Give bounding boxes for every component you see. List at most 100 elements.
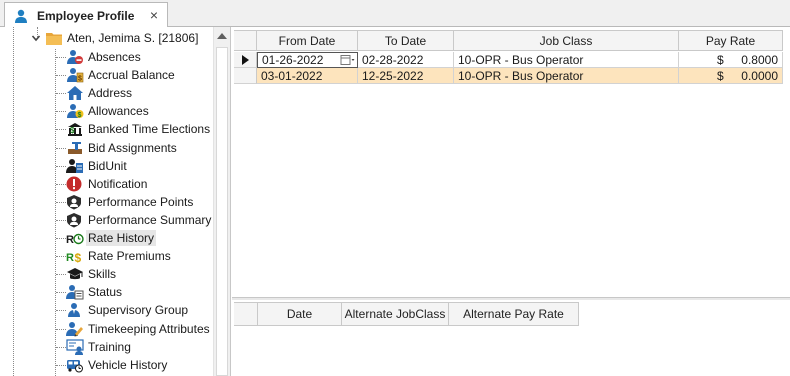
column-header-pay-rate[interactable]: Pay Rate xyxy=(679,31,783,50)
tree-item-label: Performance Summary xyxy=(88,213,212,227)
bidunit-icon xyxy=(66,158,84,174)
table-row[interactable]: 01-26-2022 02-28-2022 10-OPR - Bus Opera… xyxy=(234,52,783,68)
tree-item-vehicle-history[interactable]: Vehicle History xyxy=(66,356,167,374)
column-header-date[interactable]: Date xyxy=(258,303,342,325)
tree-item-absences[interactable]: Absences xyxy=(66,48,141,66)
svg-text:$: $ xyxy=(75,251,82,264)
scroll-thumb[interactable] xyxy=(216,47,228,376)
tree-item-rate-history[interactable]: R Rate History xyxy=(66,229,157,247)
from-date-value[interactable]: 01-26-2022 xyxy=(262,53,323,67)
from-date-cell[interactable]: 03-01-2022 xyxy=(257,68,358,84)
tab-strip: Employee Profile × xyxy=(0,0,790,28)
tree-item-label: Accrual Balance xyxy=(88,68,175,82)
vehicle-history-icon xyxy=(66,357,84,373)
notification-icon xyxy=(66,176,84,192)
tree-item-performance-summary[interactable]: Performance Summary xyxy=(66,211,211,229)
tree-item-label: Skills xyxy=(88,267,117,281)
table-row[interactable]: 03-01-2022 12-25-2022 10-OPR - Bus Opera… xyxy=(234,68,783,84)
tree-item-performance-points[interactable]: Performance Points xyxy=(66,193,193,211)
pay-rate-cell[interactable]: $ 0.8000 xyxy=(679,52,783,68)
tab-title: Employee Profile xyxy=(37,8,135,23)
tree-item-notification[interactable]: Notification xyxy=(66,175,147,193)
tree-item-rate-premiums[interactable]: R $ Rate Premiums xyxy=(66,247,171,265)
tree-connector xyxy=(56,57,66,58)
svg-text:$: $ xyxy=(70,126,75,135)
column-header-alternate-jobclass[interactable]: Alternate JobClass xyxy=(342,303,449,325)
tree-item-label: Performance Points xyxy=(88,195,194,209)
tree-item-label: Banked Time Elections xyxy=(88,122,211,136)
tree-item-training[interactable]: Training xyxy=(66,338,131,356)
rate-history-icon: R xyxy=(66,230,84,246)
close-icon[interactable]: × xyxy=(148,8,160,22)
folder-icon xyxy=(46,33,62,45)
tree-connector xyxy=(56,274,66,275)
tree-scrollbar[interactable] xyxy=(213,27,230,376)
tree-connector xyxy=(56,347,66,348)
tree-item-label: Absences xyxy=(88,50,141,64)
tree-item-label: Supervisory Group xyxy=(88,303,189,317)
svg-text:$: $ xyxy=(78,76,82,83)
alt-grid-header: Date Alternate JobClass Alternate Pay Ra… xyxy=(234,302,579,326)
tree-connector xyxy=(56,166,66,167)
tree-root-employee[interactable]: Aten, Jemima S. [21806] xyxy=(30,29,198,47)
tree-guide-outer xyxy=(13,27,14,376)
employee-tree: Aten, Jemima S. [21806] Absences $ Accrual… xyxy=(0,27,231,376)
tree-connector xyxy=(56,238,66,239)
calendar-icon[interactable] xyxy=(340,54,356,66)
tree-item-label: Rate Premiums xyxy=(88,249,171,263)
timekeeping-icon xyxy=(66,321,84,337)
status-icon xyxy=(66,284,84,300)
tree-item-label: Status xyxy=(88,285,123,299)
scroll-up-icon[interactable] xyxy=(217,33,227,39)
allowances-icon: $ xyxy=(66,103,84,119)
svg-text:R: R xyxy=(66,234,74,246)
tree-connector xyxy=(56,75,66,76)
pay-rate-cell[interactable]: $ 0.0000 xyxy=(679,68,783,84)
tree-item-supervisory-group[interactable]: Supervisory Group xyxy=(66,301,188,319)
rate-grid-header: From Date To Date Job Class Pay Rate xyxy=(234,30,783,51)
training-icon xyxy=(66,339,84,355)
tree-item-label: BidUnit xyxy=(88,159,127,173)
tree-connector xyxy=(56,129,66,130)
column-header-alternate-pay-rate[interactable]: Alternate Pay Rate xyxy=(449,303,579,325)
column-header-from-date[interactable]: From Date xyxy=(257,31,358,50)
skills-icon xyxy=(66,266,84,282)
bid-assignments-icon xyxy=(66,140,84,156)
tree-item-label: Vehicle History xyxy=(88,358,168,372)
tree-item-banked-time-elections[interactable]: $ Banked Time Elections xyxy=(66,120,210,138)
tree-connector xyxy=(56,220,66,221)
chevron-down-icon[interactable] xyxy=(30,32,42,44)
tree-item-accrual-balance[interactable]: $ Accrual Balance xyxy=(66,66,175,84)
to-date-cell[interactable]: 12-25-2022 xyxy=(358,68,454,84)
tree-item-address[interactable]: Address xyxy=(66,84,132,102)
tree-item-timekeeping-attributes[interactable]: Timekeeping Attributes xyxy=(66,320,210,338)
tree-connector xyxy=(56,310,66,311)
tree-item-allowances[interactable]: $ Allowances xyxy=(66,102,149,120)
column-header-to-date[interactable]: To Date xyxy=(358,31,454,50)
job-class-cell[interactable]: 10-OPR - Bus Operator xyxy=(454,68,679,84)
job-class-cell[interactable]: 10-OPR - Bus Operator xyxy=(454,52,679,68)
rate-history-grid: From Date To Date Job Class Pay Rate 01-… xyxy=(234,27,790,297)
row-indicator xyxy=(234,52,257,68)
absences-icon xyxy=(66,49,84,65)
svg-text:$: $ xyxy=(78,112,82,119)
tree-item-bidunit[interactable]: BidUnit xyxy=(66,157,127,175)
tree-item-skills[interactable]: Skills xyxy=(66,265,116,283)
current-row-icon xyxy=(241,54,249,65)
column-header-job-class[interactable]: Job Class xyxy=(454,31,679,50)
tree-connector xyxy=(56,148,66,149)
tree-guide-inner xyxy=(55,49,56,376)
to-date-cell[interactable]: 02-28-2022 xyxy=(358,52,454,68)
tab-employee-profile[interactable]: Employee Profile × xyxy=(4,2,168,28)
tree-item-status[interactable]: Status xyxy=(66,283,122,301)
row-indicator xyxy=(234,68,257,84)
tree-item-label: Notification xyxy=(88,177,148,191)
from-date-editor[interactable]: 01-26-2022 xyxy=(257,52,358,68)
performance-points-icon xyxy=(66,194,84,210)
banked-time-icon: $ xyxy=(66,121,84,137)
row-indicator-header xyxy=(234,303,258,325)
tree-connector xyxy=(56,329,66,330)
currency-symbol: $ xyxy=(717,68,724,83)
tree-connector xyxy=(56,184,66,185)
tree-item-bid-assignments[interactable]: Bid Assignments xyxy=(66,139,177,157)
